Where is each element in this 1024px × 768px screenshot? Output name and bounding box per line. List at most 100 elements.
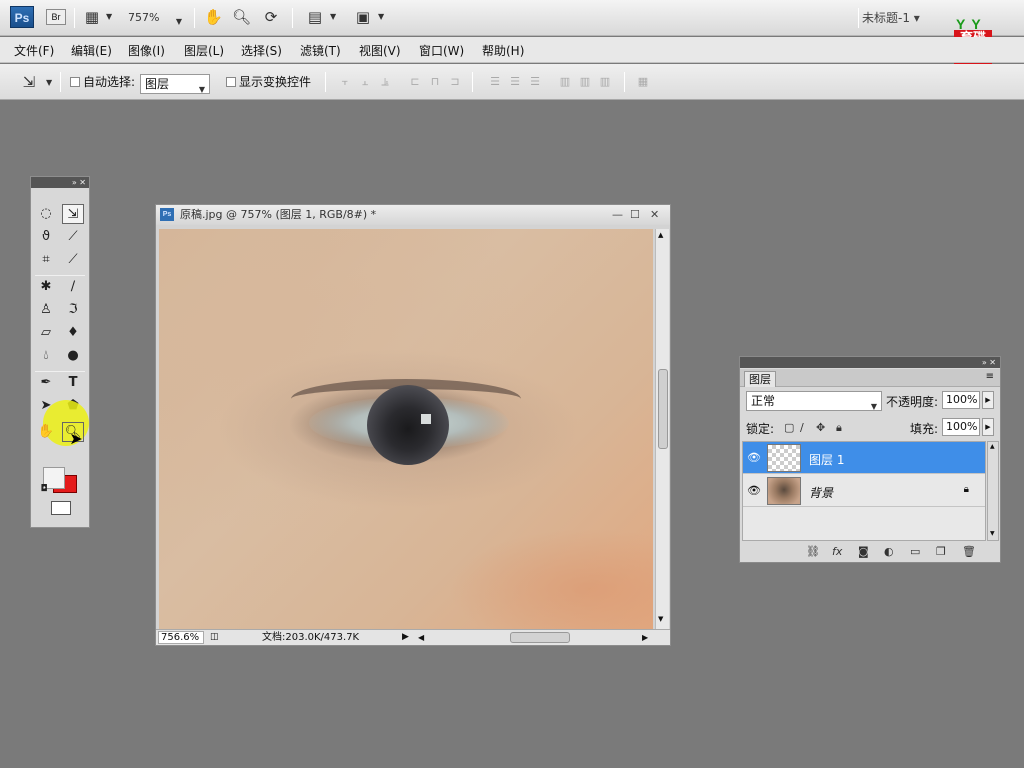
crop-tool-icon[interactable]: ⌗ (35, 250, 57, 270)
layer-row[interactable]: 👁︎ 背景 🔒︎ (743, 475, 985, 507)
lasso-tool-icon[interactable]: ϑ (35, 227, 57, 247)
tools-panel-header[interactable]: » ✕ (31, 177, 89, 188)
distribute-left-icon[interactable]: ▥ (558, 75, 572, 89)
visibility-eye-icon[interactable]: 👁︎ (747, 451, 761, 464)
document-size: 文档:203.0K/473.7K (262, 632, 360, 643)
dodge-tool-icon[interactable]: ● (62, 346, 84, 366)
menu-image[interactable]: 图像(I) (128, 42, 165, 59)
view-extras-icon[interactable]: ▦ (83, 8, 101, 26)
fill-slider-arrow-icon[interactable]: ▶ (982, 418, 994, 436)
image-canvas[interactable] (159, 229, 653, 629)
default-colors-icon[interactable]: ◘ (33, 479, 55, 499)
lock-all-icon[interactable]: 🔒︎ (836, 421, 842, 435)
horizontal-scroll-thumb[interactable] (510, 632, 570, 643)
panel-menu-icon[interactable]: ≡ (986, 371, 994, 382)
spot-healing-tool-icon[interactable]: ✱ (35, 277, 57, 297)
align-hcenter-icon[interactable]: ⊓ (428, 75, 442, 89)
pen-tool-icon[interactable]: ✒ (35, 373, 57, 393)
move-tool-preset-icon[interactable]: ⇲ (20, 73, 38, 91)
lock-transparent-icon[interactable]: ▢ (784, 421, 794, 434)
document-title: 原稿.jpg @ 757% (图层 1, RGB/8#) * (180, 208, 377, 221)
menu-window[interactable]: 窗口(W) (419, 42, 464, 59)
auto-select-target-select[interactable]: 图层 ▼ (140, 74, 210, 94)
adjustment-layer-icon[interactable]: ◐ (884, 545, 894, 558)
document-window: Ps 原稿.jpg @ 757% (图层 1, RGB/8#) * — ☐ ✕ … (155, 204, 671, 646)
distribute-bottom-icon[interactable]: ☰ (528, 75, 542, 89)
hand-tool-icon[interactable]: ✋ (204, 8, 223, 26)
zoom-tool-icon[interactable]: 🔍︎ (232, 8, 251, 26)
align-bottom-icon[interactable]: ⫡ (378, 75, 392, 89)
lock-image-icon[interactable]: ∕ (800, 421, 804, 434)
align-left-icon[interactable]: ⊏ (408, 75, 422, 89)
new-group-icon[interactable]: ▭ (910, 545, 920, 558)
type-tool-icon[interactable]: T (62, 373, 84, 393)
blur-tool-icon[interactable]: 💧︎ (35, 346, 57, 366)
layer-list-scrollbar[interactable]: ▲ ▼ (987, 441, 999, 541)
menu-help[interactable]: 帮助(H) (482, 42, 524, 59)
layer-style-icon[interactable]: fx (832, 545, 842, 558)
visibility-eye-icon[interactable]: 👁︎ (747, 484, 761, 497)
menu-edit[interactable]: 编辑(E) (71, 42, 112, 59)
document-titlebar[interactable]: Ps 原稿.jpg @ 757% (图层 1, RGB/8#) * — ☐ ✕ (156, 205, 670, 225)
tab-layers[interactable]: 图层 (744, 371, 776, 387)
layer-list: 👁︎ 图层 1 👁︎ 背景 🔒︎ (742, 441, 986, 541)
delete-layer-icon[interactable]: 🗑︎ (962, 545, 976, 558)
menu-layer[interactable]: 图层(L) (184, 42, 224, 59)
maximize-icon[interactable]: ☐ (630, 205, 640, 225)
add-mask-icon[interactable]: ◙ (858, 545, 869, 558)
align-top-icon[interactable]: ⫟ (338, 75, 352, 89)
vertical-scroll-thumb[interactable] (658, 369, 668, 449)
brush-tool-icon[interactable]: ∕ (62, 277, 84, 297)
blend-mode-select[interactable]: 正常 ▼ (746, 391, 882, 411)
close-icon[interactable]: ✕ (650, 205, 659, 225)
opacity-label: 不透明度: (886, 395, 939, 409)
arrange-documents-icon[interactable]: ▤ (306, 8, 324, 26)
opacity-slider-arrow-icon[interactable]: ▶ (982, 391, 994, 409)
vertical-scrollbar[interactable]: ▲ ▼ (655, 229, 669, 629)
auto-select-checkbox[interactable] (70, 77, 80, 87)
menu-view[interactable]: 视图(V) (359, 42, 401, 59)
clone-stamp-tool-icon[interactable]: ♙ (35, 300, 57, 320)
workspace-switcher[interactable]: 未标题-1 ▾ (862, 9, 920, 26)
history-brush-tool-icon[interactable]: ℑ (62, 300, 84, 320)
hand-tool-icon[interactable]: ✋ (35, 422, 57, 442)
menu-filter[interactable]: 滤镜(T) (300, 42, 341, 59)
scroll-right-icon[interactable]: ▶ (642, 630, 648, 645)
layer-row[interactable]: 👁︎ 图层 1 (743, 442, 985, 474)
scroll-left-icon[interactable]: ◀ (418, 630, 424, 645)
bridge-button[interactable]: Br (46, 9, 66, 25)
distribute-right-icon[interactable]: ▥ (598, 75, 612, 89)
status-info-icon[interactable]: ◫ (210, 630, 219, 645)
marquee-tool-icon[interactable]: ◌ (35, 204, 57, 224)
move-tool-icon[interactable]: ⇲ (62, 204, 84, 224)
link-layers-icon[interactable]: ⛓ (806, 545, 820, 558)
distribute-top-icon[interactable]: ☰ (488, 75, 502, 89)
new-layer-icon[interactable]: ❐ (936, 545, 946, 558)
lock-position-icon[interactable]: ✥ (816, 421, 825, 434)
zoom-level-select[interactable]: 757% ▼ (128, 9, 184, 26)
zoom-status-field[interactable]: 756.6% (158, 631, 204, 644)
quick-mask-button[interactable] (51, 501, 71, 515)
status-menu-arrow-icon[interactable]: ▶ (402, 630, 409, 645)
auto-align-layers-icon[interactable]: ▦ (636, 75, 650, 89)
blend-mode-value: 正常 (751, 394, 776, 408)
minimize-icon[interactable]: — (612, 205, 623, 225)
layers-panel-header[interactable]: » ✕ (740, 357, 1000, 368)
align-right-icon[interactable]: ⊐ (448, 75, 462, 89)
layer-name: 背景 (809, 486, 834, 500)
align-vcenter-icon[interactable]: ⫠ (358, 75, 372, 89)
paint-bucket-tool-icon[interactable]: ♦ (62, 323, 84, 343)
eyedropper-tool-icon[interactable]: ⟋ (62, 250, 84, 270)
menu-select[interactable]: 选择(S) (241, 42, 282, 59)
distribute-hcenter-icon[interactable]: ▥ (578, 75, 592, 89)
screen-mode-icon[interactable]: ▣ (354, 8, 372, 26)
opacity-field[interactable]: 100% (942, 391, 980, 409)
menu-file[interactable]: 文件(F) (14, 42, 54, 59)
show-transform-checkbox[interactable] (226, 77, 236, 87)
show-transform-label: 显示变换控件 (239, 75, 312, 89)
eraser-tool-icon[interactable]: ▱ (35, 323, 57, 343)
fill-field[interactable]: 100% (942, 418, 980, 436)
rotate-view-icon[interactable]: ⟳ (262, 8, 280, 26)
magic-wand-tool-icon[interactable]: ⟋ (62, 227, 84, 247)
distribute-vcenter-icon[interactable]: ☰ (508, 75, 522, 89)
